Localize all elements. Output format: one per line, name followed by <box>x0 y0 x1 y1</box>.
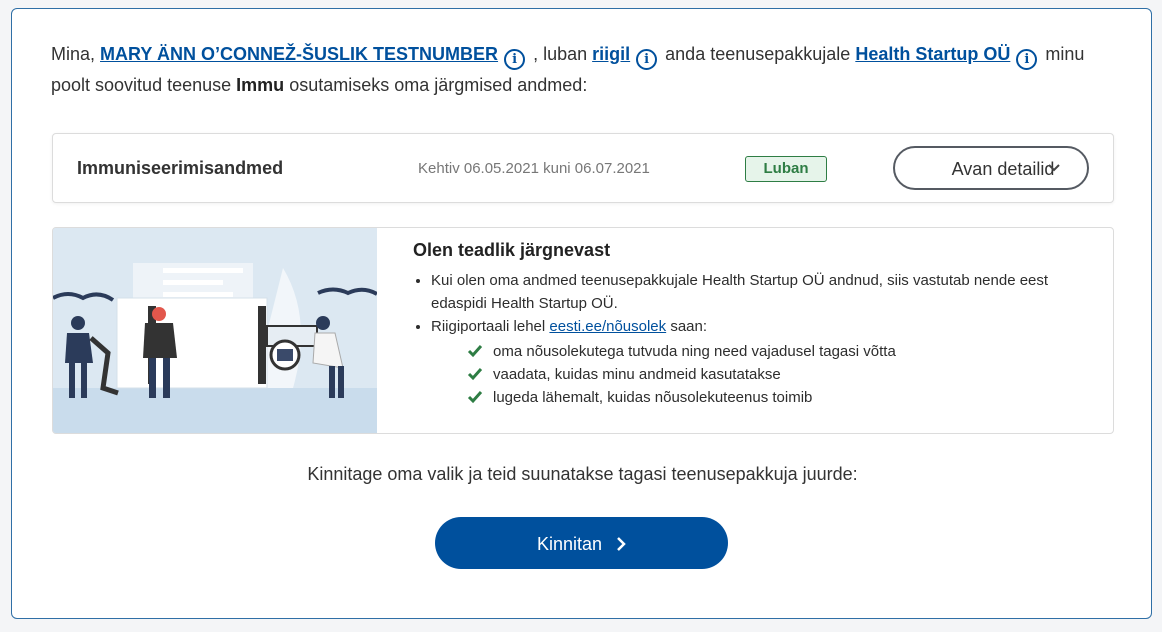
consent-card: Mina, MARY ÄNN O’CONNEŽ-ŠUSLIK TESTNUMBE… <box>11 8 1152 619</box>
check-list: oma nõusolekutega tutvuda ning need vaja… <box>431 340 1103 409</box>
confirm-instructions: Kinnitage oma valik ja teid suunatakse t… <box>307 464 858 484</box>
notice-bullet: Kui olen oma andmed teenusepakkujale Hea… <box>431 269 1103 315</box>
check-item-text: oma nõusolekutega tutvuda ning need vaja… <box>493 343 896 360</box>
open-details-button[interactable]: Avan detailid <box>893 146 1089 190</box>
eesti-consent-link[interactable]: eesti.ee/nõusolek <box>549 318 666 335</box>
consent-intro: Mina, MARY ÄNN O’CONNEŽ-ŠUSLIK TESTNUMBE… <box>51 39 1121 101</box>
data-item-title: Immuniseerimisandmed <box>77 158 284 178</box>
confirm-button-label: Kinnitan <box>536 534 603 554</box>
intro-prefix: Mina, <box>51 44 96 64</box>
notice-bullet-text: saan: <box>670 318 708 335</box>
check-item: oma nõusolekutega tutvuda ning need vaja… <box>467 340 1103 363</box>
check-item-text: lugeda lähemalt, kuidas nõusolekuteenus … <box>493 389 813 406</box>
provider-link[interactable]: Health Startup OÜ <box>855 44 1010 64</box>
status-badge: Luban <box>745 156 827 182</box>
details-button-label: Avan detailid <box>951 159 1055 179</box>
data-item-validity: Kehtiv 06.05.2021 kuni 06.07.2021 <box>418 160 650 177</box>
info-icon[interactable]: i <box>504 49 526 70</box>
check-icon <box>467 368 483 381</box>
check-item: vaadata, kuidas minu andmeid kasutatakse <box>467 363 1103 386</box>
notice-box: Olen teadlik järgnevast Kui olen oma and… <box>52 227 1114 434</box>
check-item: lugeda lähemalt, kuidas nõusolekuteenus … <box>467 386 1103 409</box>
chevron-right-icon <box>616 518 626 570</box>
notice-title: Olen teadlik järgnevast <box>413 240 611 260</box>
notice-list: Kui olen oma andmed teenusepakkujale Hea… <box>413 269 1103 409</box>
info-icon[interactable]: i <box>1016 49 1038 70</box>
check-icon <box>467 391 483 404</box>
notice-bullet-text: Riigiportaali lehel <box>431 318 546 335</box>
confirm-button[interactable]: Kinnitan <box>435 517 728 569</box>
check-icon <box>467 345 483 358</box>
info-icon[interactable]: i <box>636 49 658 70</box>
intro-text: , luban <box>533 44 588 64</box>
check-item-text: vaadata, kuidas minu andmeid kasutatakse <box>493 366 781 383</box>
grantor-link[interactable]: riigil <box>592 44 630 64</box>
notice-bullet: Riigiportaali lehel eesti.ee/nõusolek sa… <box>431 315 1103 409</box>
person-link[interactable]: MARY ÄNN O’CONNEŽ-ŠUSLIK TESTNUMBER <box>100 44 498 64</box>
intro-text: osutamiseks oma järgmised andmed: <box>289 75 588 95</box>
consent-illustration <box>53 228 378 433</box>
intro-text: anda teenusepakkujale <box>665 44 851 64</box>
service-name: Immu <box>236 75 285 95</box>
data-item-row: Immuniseerimisandmed Kehtiv 06.05.2021 k… <box>52 133 1114 203</box>
notice-content: Olen teadlik järgnevast Kui olen oma and… <box>413 240 1103 409</box>
chevron-down-icon <box>1047 148 1061 203</box>
